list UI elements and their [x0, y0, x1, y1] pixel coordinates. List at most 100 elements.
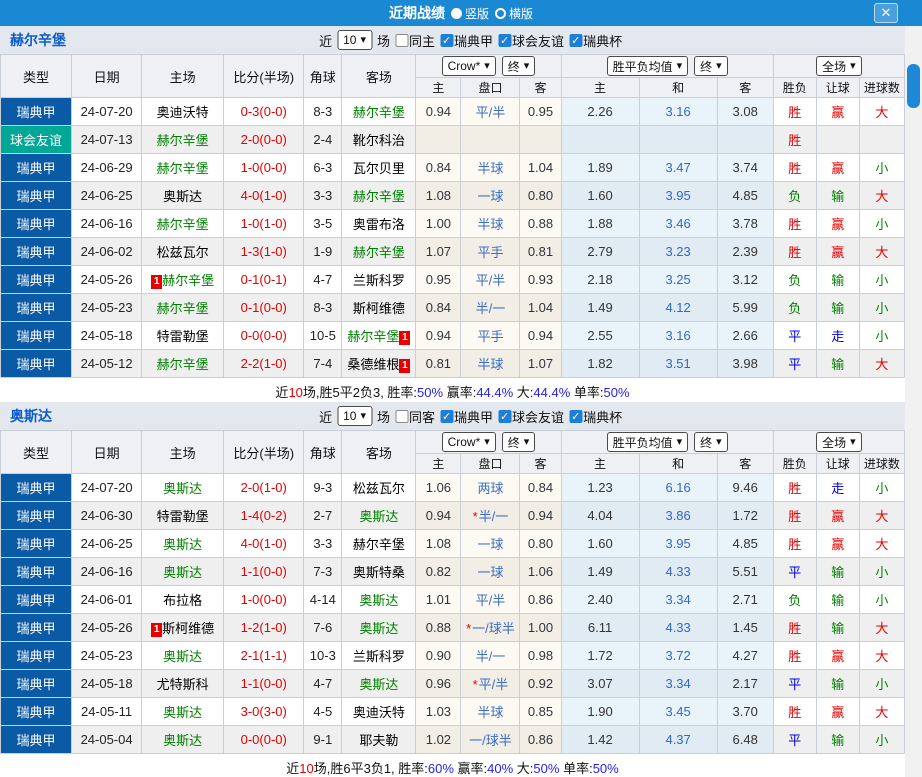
avg-draw-cell: 3.16: [638, 97, 718, 126]
table-row: 瑞典甲 24-06-16 赫尔辛堡 1-0(1-0) 3-5 奥雷布洛 1.00 半球 0.88…: [0, 209, 906, 238]
score-cell: 2-2(1-0): [223, 349, 305, 378]
col-header-score: 比分(半场): [223, 430, 305, 474]
handicap-cell: 半球: [460, 349, 521, 378]
orientation-horizontal-radio[interactable]: 横版: [495, 5, 533, 22]
same-venue-checkbox[interactable]: [395, 33, 409, 47]
odds-final-select[interactable]: 终: [501, 432, 536, 452]
avg-draw-cell: 3.16: [638, 321, 718, 350]
avg-final-select[interactable]: 终: [694, 432, 728, 452]
date-cell: 24-05-26: [71, 265, 143, 294]
goals-result-cell: 小: [858, 473, 906, 502]
team-name-text: 奥斯达: [163, 189, 203, 204]
league-checkbox-cup[interactable]: [569, 409, 583, 423]
team-name-text: 靴尔科治: [352, 133, 405, 148]
away-team-cell: 奥斯达: [341, 585, 417, 614]
avg-odds-select[interactable]: 胜平负均值: [606, 56, 689, 76]
home-odds-cell: 1.03: [415, 697, 462, 726]
near-label: 近: [319, 409, 333, 425]
close-icon[interactable]: ✕: [874, 3, 898, 23]
sub-header-result: 胜负: [772, 77, 817, 98]
away-team-cell: 奥雷布洛: [341, 209, 417, 238]
avg-odds-select[interactable]: 胜平负均值: [606, 432, 689, 452]
league-checkbox-friendly[interactable]: [498, 33, 512, 47]
league-checkbox-cup[interactable]: [569, 33, 583, 47]
handicap-result-cell: 赢: [815, 501, 860, 530]
avg-home-cell: 1.82: [560, 349, 640, 378]
league-type-cell: 瑞典甲: [0, 585, 73, 614]
games-label: 场: [377, 33, 391, 49]
orientation-vertical-radio[interactable]: 竖版: [450, 5, 489, 22]
away-odds-cell: 1.06: [519, 557, 562, 586]
league-checkbox-allsvenskan[interactable]: [440, 33, 454, 47]
result-cell: 负: [772, 585, 817, 614]
avg-away-cell: 5.51: [716, 557, 774, 586]
corners-cell: 1-9: [303, 237, 343, 266]
scope-select[interactable]: 全场: [816, 56, 862, 76]
match-count-select[interactable]: 10: [337, 30, 373, 50]
vertical-scrollbar[interactable]: [905, 26, 922, 777]
score-cell: 1-0(0-0): [223, 585, 305, 614]
handicap-cell: 平/半: [460, 265, 521, 294]
home-team-cell: 布拉格: [141, 585, 225, 614]
avg-away-cell: 4.85: [716, 181, 774, 210]
handicap-result-cell: 输: [815, 557, 860, 586]
league-type-cell: 瑞典甲: [0, 529, 73, 558]
goals-result-cell: 小: [858, 153, 906, 182]
score-cell: 3-0(3-0): [223, 697, 305, 726]
sub-header-handicap-result: 让球: [815, 77, 860, 98]
league-checkbox-friendly[interactable]: [498, 409, 512, 423]
avg-draw-cell: 3.45: [638, 697, 718, 726]
handicap-result-cell: 赢: [815, 209, 860, 238]
same-venue-label: 同主: [409, 33, 436, 49]
dialog-title: 近期战绩: [388, 5, 445, 21]
avg-away-cell: 9.46: [716, 473, 774, 502]
league-checkbox-allsvenskan[interactable]: [440, 409, 454, 423]
handicap-cell: 平/半: [460, 585, 521, 614]
result-cell: 胜: [772, 697, 817, 726]
odds-company-select[interactable]: Crow*: [441, 432, 496, 452]
summary-segment: 赢率:: [453, 761, 488, 776]
team-name-text: 赫尔辛堡: [156, 301, 209, 316]
home-team-cell: 赫尔辛堡: [141, 153, 225, 182]
table-row: 瑞典甲 24-06-16 奥斯达 1-1(0-0) 7-3 奥斯特桑 0.82 一球 1.06 1…: [0, 557, 906, 586]
avg-away-cell: [716, 125, 774, 154]
match-count-select[interactable]: 10: [337, 406, 373, 426]
corners-cell: 2-4: [303, 125, 343, 154]
avg-away-cell: 2.71: [716, 585, 774, 614]
result-cell: 胜: [772, 125, 817, 154]
avg-final-select[interactable]: 终: [694, 56, 728, 76]
avg-away-cell: 2.17: [716, 669, 774, 698]
radio-selected-icon[interactable]: [450, 7, 462, 19]
away-odds-cell: 1.04: [519, 153, 562, 182]
table-row: 瑞典甲 24-06-29 赫尔辛堡 1-0(0-0) 6-3 瓦尔贝里 0.84 半球 1.04…: [0, 153, 906, 182]
team-name: 赫尔辛堡: [10, 32, 66, 48]
table-row: 瑞典甲 24-06-30 特雷勒堡 1-4(0-2) 2-7 奥斯达 0.94 *半/一 0.9…: [0, 501, 906, 530]
away-team-cell: 赫尔辛堡: [341, 181, 417, 210]
result-cell: 平: [772, 349, 817, 378]
handicap-cell: *一/球半: [460, 613, 521, 642]
home-team-cell: 尤特斯科: [141, 669, 225, 698]
team-name-text: 奥斯达: [359, 621, 399, 636]
odds-company-select[interactable]: Crow*: [441, 56, 496, 76]
scrollbar-thumb[interactable]: [907, 64, 920, 108]
handicap-cell: 平手: [460, 321, 521, 350]
away-odds-cell: 0.94: [519, 501, 562, 530]
league-label: 瑞典杯: [583, 409, 623, 425]
summary-segment: 10: [299, 761, 314, 776]
radio-unselected-icon[interactable]: [495, 7, 506, 19]
corners-cell: 4-7: [303, 265, 343, 294]
date-cell: 24-07-20: [71, 473, 143, 502]
scope-select[interactable]: 全场: [816, 432, 862, 452]
team-name-text: 奥斯达: [359, 509, 399, 524]
odds-final-select[interactable]: 终: [501, 56, 536, 76]
corners-cell: 6-3: [303, 153, 343, 182]
away-team-cell: 兰斯科罗: [341, 265, 417, 294]
team-name-text: 奥迪沃特: [352, 705, 405, 720]
away-team-cell: 靴尔科治: [341, 125, 417, 154]
corners-cell: 8-3: [303, 293, 343, 322]
same-venue-checkbox[interactable]: [395, 409, 409, 423]
handicap-result-cell: 输: [815, 349, 860, 378]
handicap-result-cell: 输: [815, 293, 860, 322]
avg-away-cell: 2.39: [716, 237, 774, 266]
home-team-cell: 奥斯达: [141, 641, 225, 670]
